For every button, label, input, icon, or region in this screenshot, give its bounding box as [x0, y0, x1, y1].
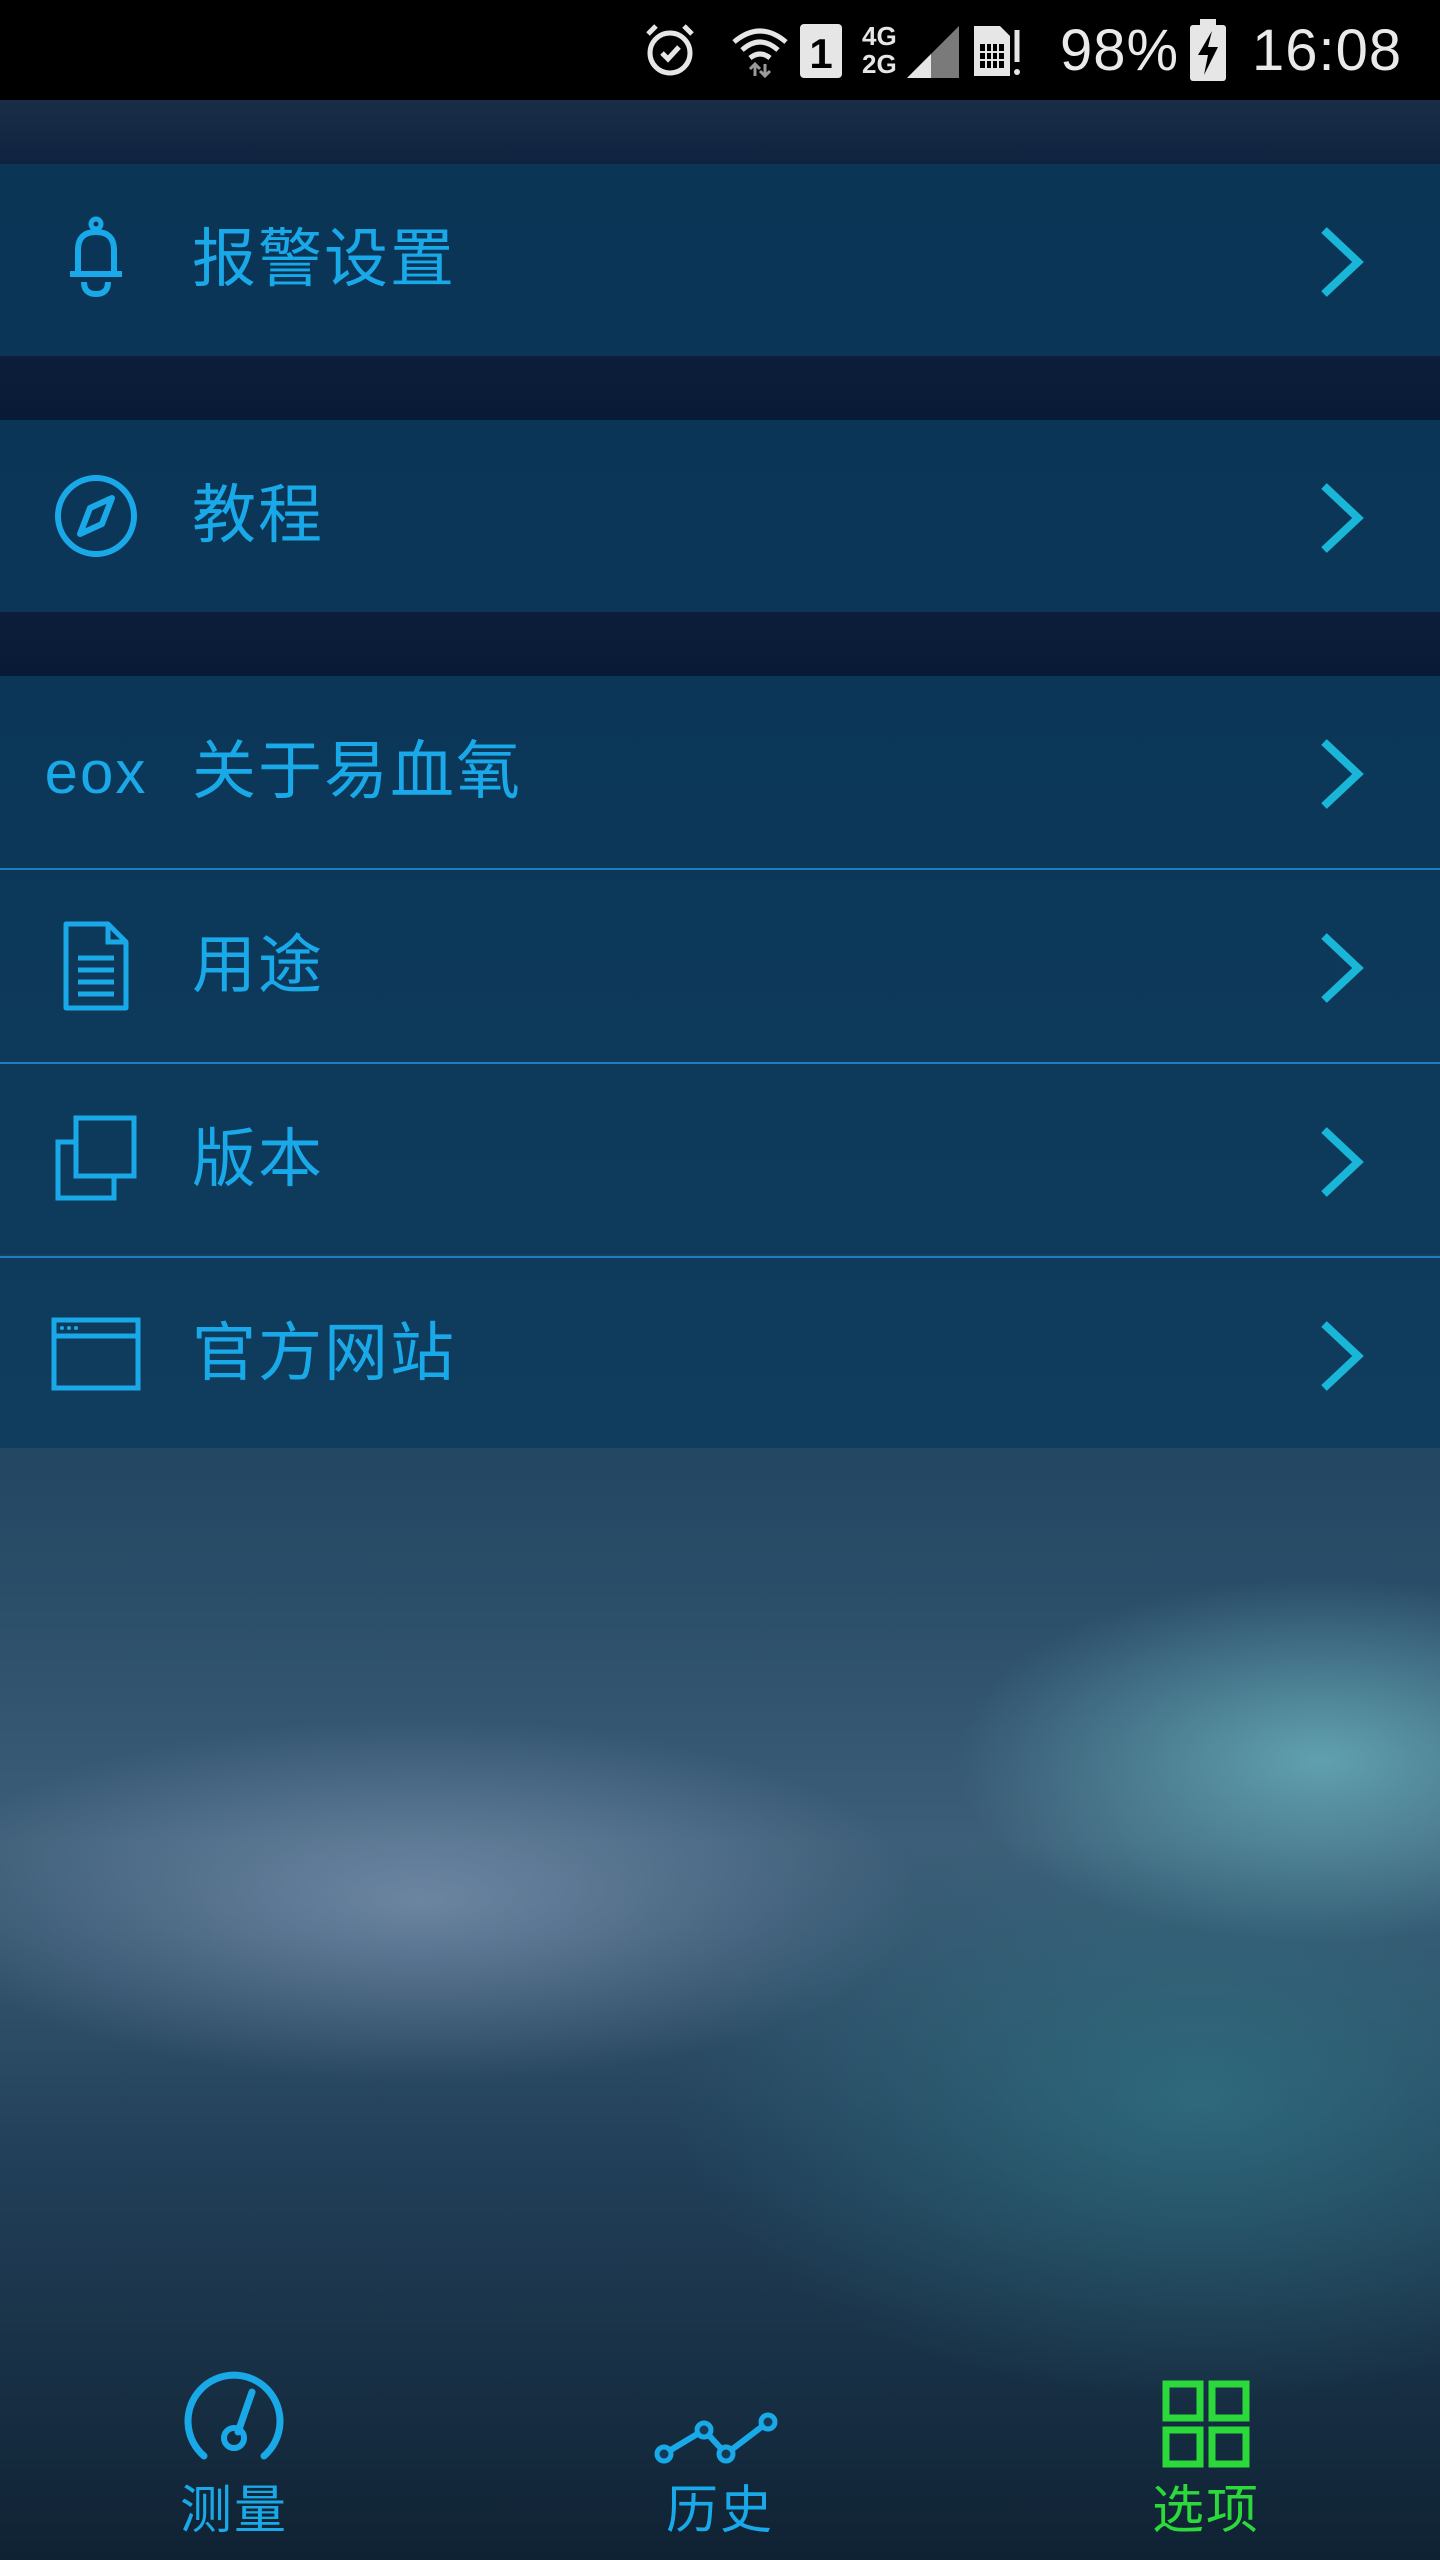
chevron-right-icon [1321, 483, 1364, 553]
chevron-right-icon [1321, 1127, 1364, 1197]
menu-item-label: 关于易血氧 [192, 735, 522, 809]
network-bottom-label: 2G [862, 49, 897, 79]
section-gap [0, 356, 1440, 420]
alarm-icon [640, 0, 700, 100]
document-icon [48, 918, 144, 1014]
nav-tab-options[interactable]: 选项 [1056, 2330, 1356, 2560]
menu-item-label: 报警设置 [192, 223, 456, 297]
menu-item-usage[interactable]: 用途 [0, 868, 1440, 1060]
nav-tab-label: 选项 [1151, 2481, 1260, 2541]
chevron-right-icon [1321, 739, 1364, 809]
chevron-right-icon [1321, 227, 1364, 297]
menu-item-label: 官方网站 [192, 1317, 456, 1391]
eox-logo-icon: eox [36, 724, 156, 820]
signal-icon [905, 0, 961, 100]
nav-tab-history[interactable]: 历史 [570, 2330, 870, 2560]
nav-tab-label: 测量 [179, 2481, 288, 2541]
nav-tab-measure[interactable]: 测量 [84, 2330, 384, 2560]
nav-tab-label: 历史 [665, 2481, 774, 2541]
bell-icon [48, 212, 144, 308]
wifi-icon [730, 0, 790, 100]
menu-item-label: 教程 [192, 479, 324, 553]
status-bar: 1 4G 2G 98% 16:08 [0, 0, 1440, 100]
menu-item-label: 版本 [192, 1123, 324, 1197]
menu-item-alarm-settings[interactable]: 报警设置 [0, 164, 1440, 356]
menu-item-label: 用途 [192, 929, 324, 1003]
network-top-label: 4G [862, 21, 897, 51]
network-type: 4G 2G [862, 0, 897, 100]
menu-item-version[interactable]: 版本 [0, 1062, 1440, 1254]
compass-icon [48, 468, 144, 564]
eox-logo-text: eox [44, 738, 148, 806]
sim-card-icon [970, 0, 1022, 100]
browser-window-icon [48, 1306, 144, 1402]
sim-1-icon: 1 [798, 0, 844, 100]
section-gap [0, 612, 1440, 676]
menu-item-tutorial[interactable]: 教程 [0, 420, 1440, 612]
clock: 16:08 [1252, 17, 1403, 83]
copy-icon [48, 1112, 144, 1208]
svg-text:1: 1 [809, 30, 832, 77]
chevron-right-icon [1321, 933, 1364, 1003]
menu-item-about[interactable]: eox 关于易血氧 [0, 676, 1440, 868]
header-strip [0, 100, 1440, 164]
battery-charging-icon [1188, 0, 1228, 100]
battery-percent: 98% [1060, 17, 1180, 83]
chevron-right-icon [1321, 1321, 1364, 1391]
bottom-navigation: 测量 历史 选项 [0, 2330, 1440, 2560]
menu-item-official-website[interactable]: 官方网站 [0, 1256, 1440, 1448]
